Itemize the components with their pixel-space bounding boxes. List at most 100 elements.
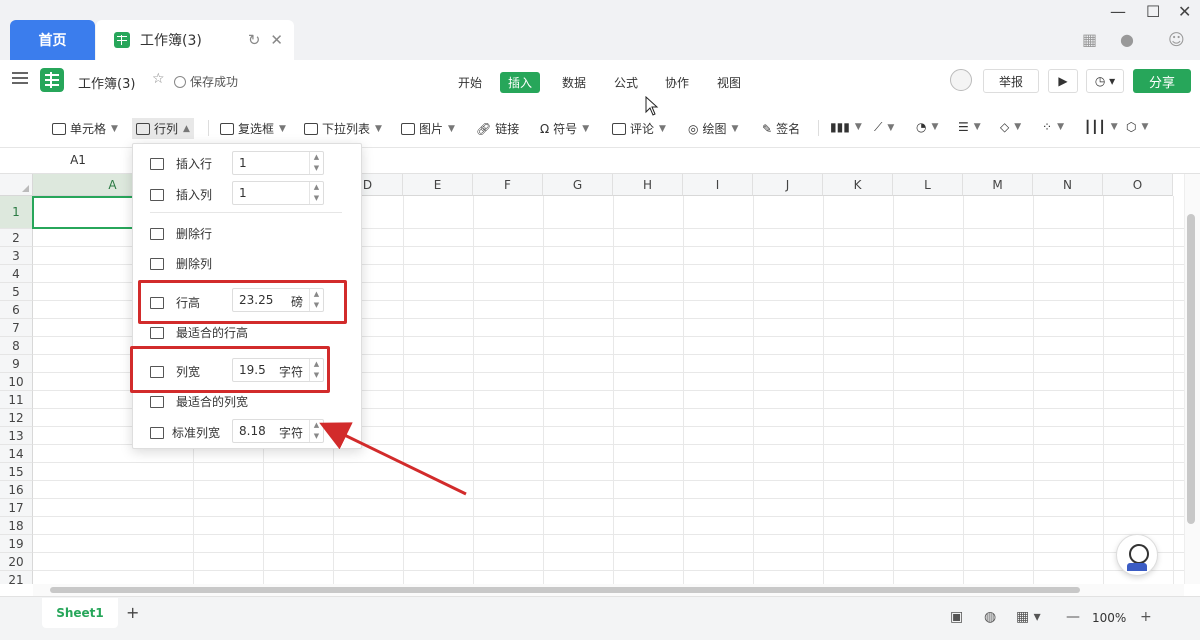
row-header[interactable]: 16 — [0, 481, 33, 499]
user-avatar[interactable] — [950, 69, 972, 91]
insert-col-item[interactable]: 插入列 — [150, 186, 212, 203]
apps-grid-icon[interactable]: ▦ — [1082, 30, 1097, 49]
row-header[interactable]: 2 — [0, 229, 33, 247]
delete-col-item[interactable]: 删除列 — [150, 255, 212, 272]
window-close-icon[interactable]: ✕ — [1178, 2, 1191, 21]
radar-chart-button[interactable]: ◇ ▼ — [1000, 120, 1021, 134]
column-header[interactable]: E — [403, 174, 473, 196]
picture-button[interactable]: 图片 ▼ — [401, 120, 455, 137]
row-header[interactable]: 6 — [0, 301, 33, 319]
tab-view[interactable]: 视图 — [709, 72, 749, 93]
minimize-icon[interactable]: — — [1110, 2, 1126, 21]
checkbox-button[interactable]: 复选框 ▼ — [220, 120, 286, 137]
add-sheet-icon[interactable]: + — [126, 603, 139, 622]
column-header[interactable]: G — [543, 174, 613, 196]
delete-col-label: 删除列 — [176, 257, 213, 271]
select-all-corner[interactable] — [0, 174, 33, 196]
signature-button[interactable]: ✎ 签名 — [762, 120, 800, 137]
tab-workbook[interactable]: 工作簿(3) ↻ ✕ — [96, 20, 294, 60]
line-chart-button[interactable]: ⟋ ▼ — [874, 120, 894, 135]
row-header[interactable]: 3 — [0, 247, 33, 265]
zoom-level[interactable]: 100% — [1092, 611, 1126, 625]
tab-data[interactable]: 数据 — [554, 72, 594, 93]
hamburger-menu-icon[interactable] — [12, 72, 28, 74]
fit-row-height-item[interactable]: 最适合的行高 — [150, 324, 248, 341]
row-header[interactable]: 20 — [0, 553, 33, 571]
insert-row-item[interactable]: 插入行 — [150, 155, 212, 172]
zoom-out-icon[interactable]: — — [1066, 609, 1080, 625]
column-chart-button[interactable]: ☰ ▼ — [958, 120, 981, 134]
tab-formula[interactable]: 公式 — [606, 72, 646, 93]
column-header[interactable]: F — [473, 174, 543, 196]
column-header[interactable]: K — [823, 174, 893, 196]
cell-button[interactable]: 单元格 ▼ — [52, 120, 118, 137]
name-box[interactable]: A1 — [18, 153, 138, 167]
column-header[interactable]: N — [1033, 174, 1103, 196]
chevron-down-icon: ▼ — [973, 122, 981, 132]
comment-button[interactable]: 评论 ▼ — [612, 120, 666, 137]
row-header[interactable]: 11 — [0, 391, 33, 409]
scatter-chart-button[interactable]: ⁘ ▼ — [1042, 120, 1064, 134]
delete-row-item[interactable]: 删除行 — [150, 225, 212, 242]
column-header[interactable]: H — [613, 174, 683, 196]
row-header[interactable]: 17 — [0, 499, 33, 517]
row-header[interactable]: 15 — [0, 463, 33, 481]
row-header[interactable]: 12 — [0, 409, 33, 427]
assistant-mascot-icon[interactable] — [1116, 534, 1158, 576]
document-title[interactable]: 工作簿(3) — [78, 73, 135, 92]
more-chart-button[interactable]: ⬡ ▼ — [1126, 120, 1148, 134]
report-button[interactable]: 举报 — [983, 69, 1039, 93]
row-header[interactable]: 1 — [0, 196, 33, 229]
tab-collaborate[interactable]: 协作 — [657, 72, 697, 93]
close-icon[interactable]: ✕ — [270, 31, 283, 49]
row-header[interactable]: 10 — [0, 373, 33, 391]
link-button[interactable]: 🔗︎ 链接 — [476, 120, 519, 137]
rowcol-button[interactable]: 行列 ▲ — [132, 118, 194, 139]
chat-icon[interactable]: ● — [1120, 30, 1134, 49]
stock-chart-button[interactable]: ┃┃┃ ▼ — [1084, 120, 1118, 134]
spinner-arrows-icon[interactable]: ▲ ▼ — [309, 182, 323, 204]
row-header[interactable]: 9 — [0, 355, 33, 373]
sheet-tab-sheet1[interactable]: Sheet1 — [42, 598, 118, 628]
column-header[interactable]: I — [683, 174, 753, 196]
row-header[interactable]: 7 — [0, 319, 33, 337]
insert-col-count-input[interactable]: 1 ▲ ▼ — [232, 181, 324, 205]
bar-chart-button[interactable]: ▮▮▮ ▼ — [830, 120, 862, 134]
row-header[interactable]: 5 — [0, 283, 33, 301]
symbol-button[interactable]: Ω 符号 ▼ — [540, 120, 589, 137]
tab-home[interactable]: 首页 — [10, 20, 95, 60]
row-header[interactable]: 18 — [0, 517, 33, 535]
history-button[interactable]: ◷ ▾ — [1086, 69, 1124, 93]
row-header[interactable]: 8 — [0, 337, 33, 355]
row-header[interactable]: 14 — [0, 445, 33, 463]
column-header[interactable]: J — [753, 174, 823, 196]
share-button[interactable]: 分享 — [1133, 69, 1191, 93]
tab-insert[interactable]: 插入 — [500, 72, 541, 93]
column-header[interactable]: M — [963, 174, 1033, 196]
row-header[interactable]: 13 — [0, 427, 33, 445]
globe-icon[interactable]: ◍ — [984, 609, 996, 625]
pie-chart-button[interactable]: ◔ ▼ — [916, 120, 938, 134]
insert-row-count-input[interactable]: 1 ▲ ▼ — [232, 151, 324, 175]
layout-grid-icon[interactable]: ▦ ▾ — [1016, 609, 1041, 625]
drawing-button[interactable]: ◎ 绘图 ▼ — [688, 120, 738, 137]
present-button[interactable]: ▶ — [1048, 69, 1078, 93]
row-header[interactable]: 19 — [0, 535, 33, 553]
star-icon[interactable]: ☆ — [152, 71, 165, 87]
row-header[interactable]: 4 — [0, 265, 33, 283]
refresh-icon[interactable]: ↻ — [248, 31, 261, 49]
column-header[interactable]: O — [1103, 174, 1173, 196]
horizontal-scroll-thumb[interactable] — [50, 587, 1080, 593]
protect-sheet-icon[interactable]: ▣ — [950, 609, 963, 625]
avatar-icon[interactable]: ☺ — [1168, 30, 1185, 49]
dropdown-list-button[interactable]: 下拉列表 ▼ — [304, 120, 382, 137]
fit-col-width-item[interactable]: 最适合的列宽 — [150, 393, 248, 410]
row-header[interactable]: 21 — [0, 571, 33, 584]
maximize-icon[interactable]: ☐ — [1146, 2, 1160, 21]
zoom-in-icon[interactable]: + — [1140, 609, 1152, 625]
insert-column-icon — [150, 188, 164, 201]
tab-start[interactable]: 开始 — [450, 72, 490, 93]
spinner-arrows-icon[interactable]: ▲ ▼ — [309, 152, 323, 174]
vertical-scroll-thumb[interactable] — [1187, 214, 1195, 524]
column-header[interactable]: L — [893, 174, 963, 196]
